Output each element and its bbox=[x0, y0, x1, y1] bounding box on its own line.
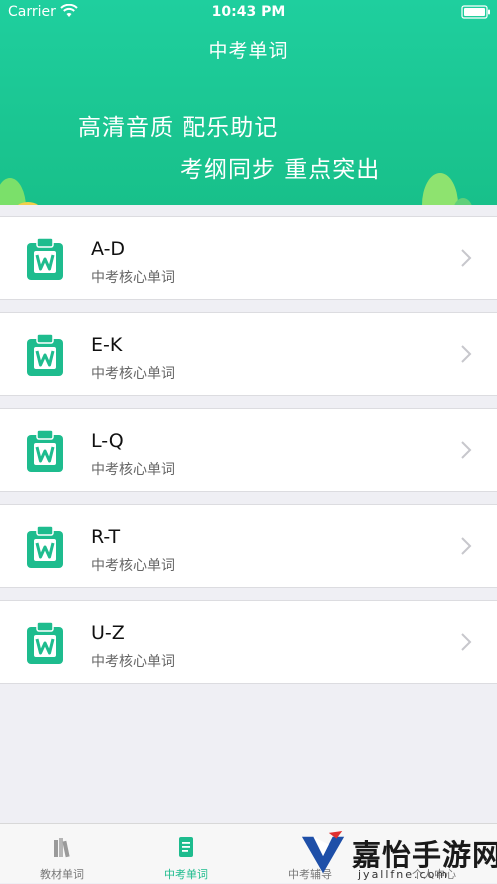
word-clipboard-icon bbox=[27, 429, 63, 472]
word-clipboard-icon bbox=[27, 525, 63, 568]
tab-textbook-words[interactable]: 教材单词 bbox=[0, 824, 124, 884]
word-clipboard-icon bbox=[27, 237, 63, 280]
list-item-subtitle: 中考核心单词 bbox=[91, 366, 175, 382]
list-item-title: U-Z bbox=[91, 622, 125, 644]
list-item-title: A-D bbox=[91, 238, 126, 260]
list-item-subtitle: 中考核心单词 bbox=[91, 558, 175, 574]
document-icon bbox=[179, 837, 193, 857]
chevron-right-icon bbox=[461, 537, 472, 555]
word-clipboard-icon bbox=[27, 621, 63, 664]
watermark: 嘉怡手游网 jyallfne.com bbox=[300, 828, 497, 883]
tab-label: 教材单词 bbox=[40, 868, 84, 881]
list-item-subtitle: 中考核心单词 bbox=[91, 654, 175, 670]
slogan-line-1: 高清音质 配乐助记 bbox=[78, 115, 279, 141]
list-item[interactable]: A-D 中考核心单词 bbox=[0, 216, 497, 300]
battery-icon bbox=[461, 5, 490, 19]
chevron-right-icon bbox=[461, 345, 472, 363]
tab-exam-words[interactable]: 中考单词 bbox=[124, 824, 248, 884]
slogan-line-2: 考纲同步 重点突出 bbox=[180, 157, 381, 183]
decor-shape-right bbox=[422, 173, 472, 205]
tab-label: 中考单词 bbox=[164, 868, 208, 881]
list-item[interactable]: R-T 中考核心单词 bbox=[0, 504, 497, 588]
list-item-subtitle: 中考核心单词 bbox=[91, 270, 175, 286]
chevron-right-icon bbox=[461, 249, 472, 267]
decor-shape-left bbox=[0, 178, 38, 205]
list-item-subtitle: 中考核心单词 bbox=[91, 462, 175, 478]
books-icon bbox=[54, 838, 70, 858]
page-title: 中考单词 bbox=[208, 40, 289, 62]
header-banner: Carrier 10:43 PM 中考单词 高清音质 配乐助记 考纲同步 重点突… bbox=[0, 0, 497, 205]
list-item-title: R-T bbox=[91, 526, 121, 548]
list-item-title: L-Q bbox=[91, 430, 124, 452]
watermark-url: jyallfne.com bbox=[358, 868, 450, 881]
unit-list: A-D 中考核心单词 E-K 中考核心单词 L-Q 中考核心单词 R-T 中考核… bbox=[0, 216, 497, 696]
list-item[interactable]: E-K 中考核心单词 bbox=[0, 312, 497, 396]
chevron-right-icon bbox=[461, 633, 472, 651]
list-item[interactable]: U-Z 中考核心单词 bbox=[0, 600, 497, 684]
chevron-right-icon bbox=[461, 441, 472, 459]
list-item[interactable]: L-Q 中考核心单词 bbox=[0, 408, 497, 492]
word-clipboard-icon bbox=[27, 333, 63, 376]
watermark-logo-icon bbox=[301, 831, 345, 874]
status-bar: Carrier 10:43 PM bbox=[0, 0, 497, 26]
list-item-title: E-K bbox=[91, 334, 123, 356]
status-time: 10:43 PM bbox=[211, 4, 286, 20]
